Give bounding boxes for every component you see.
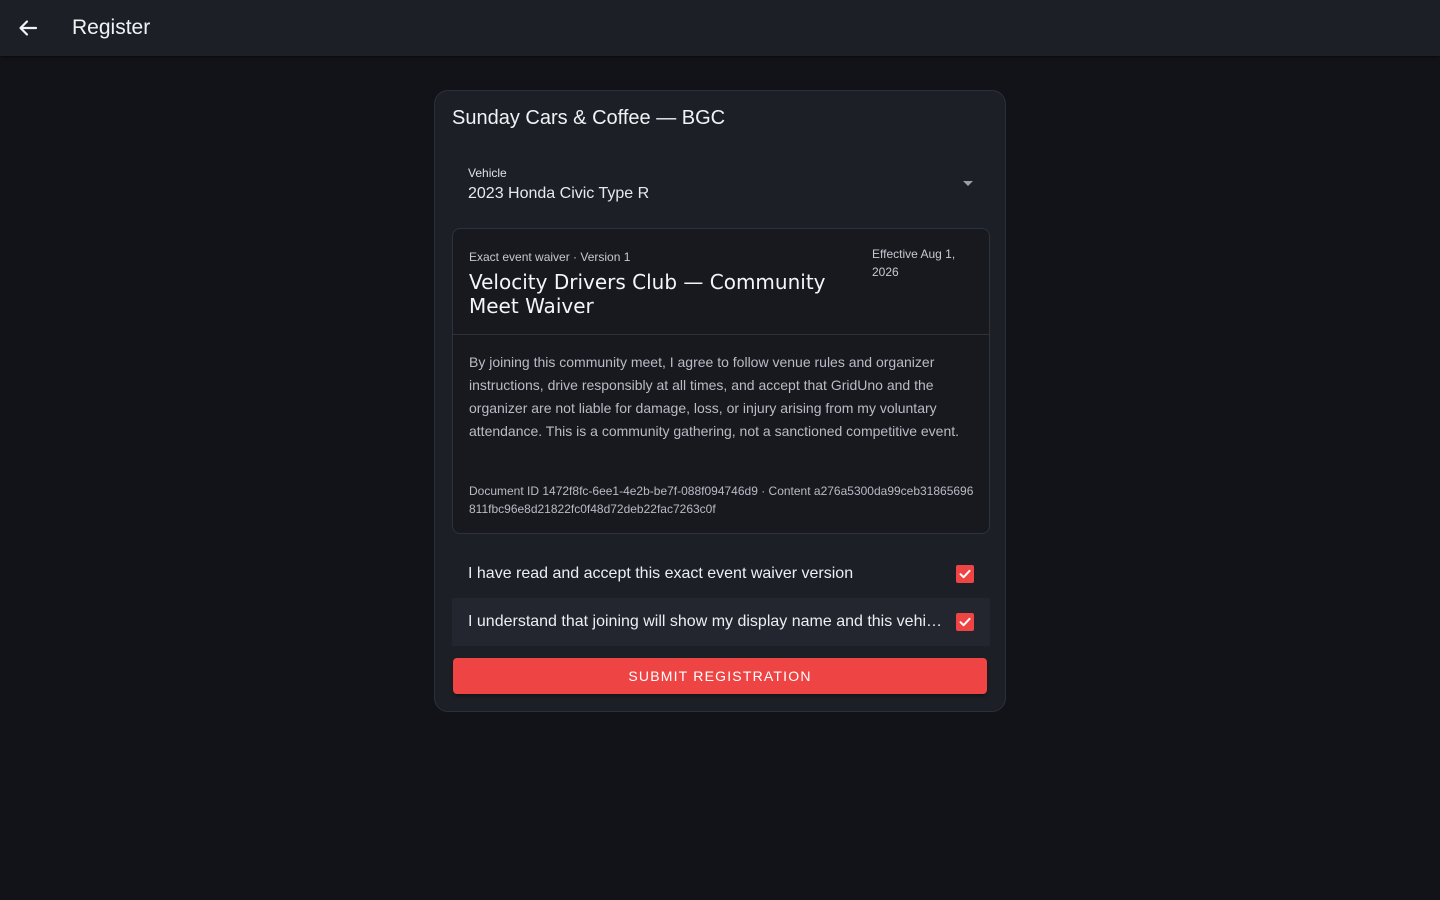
waiver-panel: Exact event waiver · Version 1 Velocity …	[452, 228, 990, 534]
visibility-consent-row[interactable]: I understand that joining will show my d…	[452, 598, 990, 646]
checkmark-icon	[959, 569, 971, 579]
registration-card: Sunday Cars & Coffee — BGC Vehicle 2023 …	[434, 90, 1006, 712]
vehicle-value: 2023 Honda Civic Type R	[468, 185, 650, 202]
vehicle-label: Vehicle	[468, 166, 507, 180]
chevron-down-icon	[963, 181, 973, 186]
waiver-effective-date: Effective Aug 1, 2026	[872, 247, 956, 279]
waiver-text: By joining this community meet, I agree …	[469, 354, 960, 439]
page-title: Register	[72, 16, 151, 39]
waiver-document-id: Document ID 1472f8fc-6ee1-4e2b-be7f-088f…	[469, 484, 974, 516]
app-bar: Register	[0, 0, 1440, 56]
waiver-version-label: Exact event waiver · Version 1	[469, 250, 631, 264]
vehicle-select[interactable]: Vehicle 2023 Honda Civic Type R	[452, 153, 990, 217]
back-button[interactable]	[0, 0, 56, 56]
accept-waiver-label: I have read and accept this exact event …	[468, 565, 854, 582]
event-title: Sunday Cars & Coffee — BGC	[452, 107, 726, 129]
accept-waiver-checkbox[interactable]	[956, 565, 974, 583]
submit-registration-button[interactable]: SUBMIT REGISTRATION	[453, 658, 987, 694]
arrow-left-icon	[19, 20, 38, 36]
visibility-consent-label: I understand that joining will show my d…	[468, 613, 944, 630]
waiver-header: Exact event waiver · Version 1 Velocity …	[453, 229, 989, 335]
waiver-title: Velocity Drivers Club — Community Meet W…	[469, 270, 826, 318]
checkmark-icon	[959, 617, 971, 627]
accept-waiver-row[interactable]: I have read and accept this exact event …	[452, 550, 990, 598]
visibility-consent-checkbox[interactable]	[956, 613, 974, 631]
